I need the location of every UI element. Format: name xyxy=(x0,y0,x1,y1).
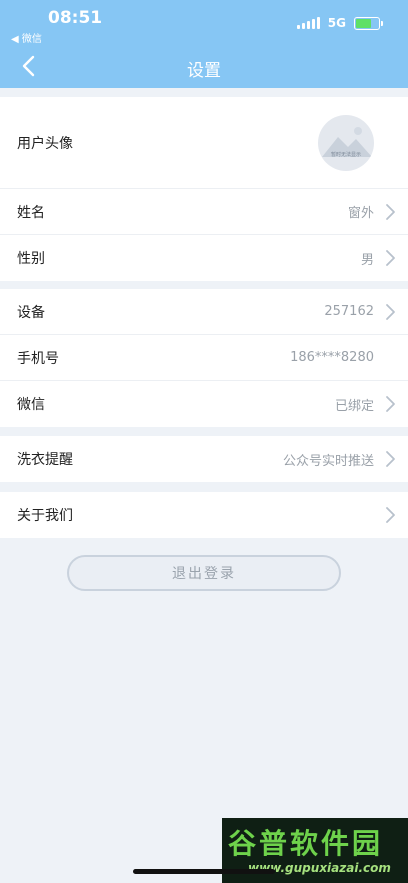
phone-row: 手机号 186****8280 xyxy=(0,335,408,381)
wechat-value: 已绑定 xyxy=(334,398,374,414)
about-us-label: 关于我们 xyxy=(17,508,73,524)
device-label: 设备 xyxy=(17,304,45,321)
watermark-title: 谷普软件园 xyxy=(228,827,384,860)
notify-section: 洗衣提醒 公众号实时推送 xyxy=(0,436,408,482)
avatar-row[interactable]: 用户头像 暂时无法显示 xyxy=(0,97,408,189)
home-indicator[interactable] xyxy=(133,869,275,874)
status-time: 08:51 xyxy=(48,8,103,28)
name-row[interactable]: 姓名 窗外 xyxy=(0,189,408,235)
phone-label: 手机号 xyxy=(17,350,59,367)
profile-section: 用户头像 暂时无法显示 姓名 窗外 性别 男 xyxy=(0,97,408,281)
laundry-reminder-row[interactable]: 洗衣提醒 公众号实时推送 xyxy=(0,436,408,482)
device-row[interactable]: 设备 257162 xyxy=(0,289,408,335)
avatar[interactable]: 暂时无法显示 xyxy=(318,115,374,171)
name-value: 窗外 xyxy=(347,206,374,221)
name-label: 姓名 xyxy=(17,204,45,221)
image-placeholder-icon xyxy=(322,127,372,157)
chevron-right-icon xyxy=(386,396,395,412)
chevron-right-icon xyxy=(386,303,395,320)
avatar-label: 用户头像 xyxy=(17,135,73,152)
gender-value: 男 xyxy=(360,252,374,268)
gender-row[interactable]: 性别 男 xyxy=(0,235,408,281)
network-type: 5G xyxy=(327,16,346,30)
about-section: 关于我们 xyxy=(0,492,408,538)
wechat-row[interactable]: 微信 已绑定 xyxy=(0,381,408,427)
laundry-reminder-value: 公众号实时推送 xyxy=(282,453,374,469)
account-section: 设备 257162 手机号 186****8280 微信 已绑定 xyxy=(0,289,408,427)
about-us-row[interactable]: 关于我们 xyxy=(0,492,408,538)
status-back-to-app[interactable]: ◀ 微信 xyxy=(11,30,42,45)
wechat-label: 微信 xyxy=(17,397,45,413)
gender-label: 性别 xyxy=(17,251,45,267)
chevron-right-icon xyxy=(386,451,395,467)
device-value: 257162 xyxy=(324,304,374,319)
battery-icon xyxy=(354,16,383,30)
logout-button[interactable]: 退出登录 xyxy=(67,555,341,591)
header-bar: 08:51 ◀ 微信 5G 设置 xyxy=(0,0,408,88)
status-icons: 5G xyxy=(296,16,383,30)
chevron-right-icon xyxy=(386,203,395,220)
chevron-right-icon xyxy=(386,507,395,523)
chevron-right-icon xyxy=(386,250,395,266)
page-title: 设置 xyxy=(187,61,221,81)
avatar-caption: 暂时无法显示 xyxy=(330,152,361,158)
phone-value: 186****8280 xyxy=(290,350,374,365)
laundry-reminder-label: 洗衣提醒 xyxy=(17,452,73,468)
signal-icon xyxy=(296,17,320,29)
